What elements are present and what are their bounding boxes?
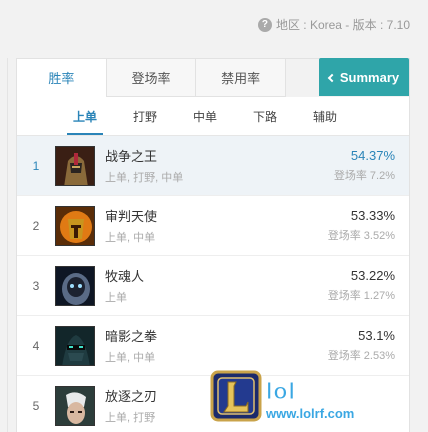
rank-number: 4: [32, 338, 40, 353]
tab-banrate[interactable]: 禁用率: [195, 59, 286, 97]
champion-portrait: [55, 145, 95, 186]
champion-winrate: 53.33%: [350, 208, 395, 223]
champion-winrate: 53.22%: [350, 268, 395, 283]
tab-winrate[interactable]: 胜率: [17, 59, 106, 97]
champion-name: 战争之王: [105, 149, 158, 164]
watermark-url: www.lolrf.com: [266, 405, 355, 421]
site-watermark: lol日服官网 www.lolrf.com: [210, 366, 428, 426]
role-tabs: 上单 打野 中单 下路 辅助: [17, 97, 409, 135]
summary-button-label: Summary: [339, 69, 400, 85]
champion-pickrate: 登场率 3.52%: [327, 230, 395, 242]
champion-portrait: [55, 265, 95, 306]
summary-button[interactable]: Summary: [319, 58, 409, 96]
role-tab-support[interactable]: 辅助: [295, 97, 355, 135]
rank-number: 1: [32, 158, 40, 173]
champion-row[interactable]: 1 战争之王 上单, 打野, 中单 54.37% 登场率 7.2%: [17, 136, 409, 196]
champion-lanes: 上单, 中单: [105, 232, 156, 244]
champion-name: 放逐之刃: [105, 389, 158, 404]
rank-number: 3: [32, 278, 40, 293]
champion-pickrate: 登场率 2.53%: [327, 350, 395, 362]
champion-name: 暗影之拳: [105, 329, 158, 344]
champion-lanes: 上单, 打野, 中单: [105, 172, 184, 184]
tab-pickrate[interactable]: 登场率: [105, 59, 196, 97]
watermark-title: lol日服官网: [266, 377, 392, 404]
champion-portrait: [55, 325, 95, 366]
champion-portrait: [55, 205, 95, 246]
champion-pickrate: 登场率 7.2%: [333, 170, 395, 182]
champion-pickrate: 登场率 1.27%: [327, 290, 395, 302]
help-icon[interactable]: ?: [257, 17, 272, 32]
role-tab-top[interactable]: 上单: [55, 97, 115, 135]
role-tab-bot[interactable]: 下路: [235, 97, 295, 135]
side-panel-edge: [0, 58, 8, 432]
champion-winrate: 53.1%: [358, 328, 395, 343]
champion-lanes: 上单, 中单: [105, 352, 156, 364]
champion-row[interactable]: 3 牧魂人 上单 53.22% 登场率 1.27%: [17, 256, 409, 316]
champion-name: 牧魂人: [105, 269, 145, 284]
champion-portrait: [55, 385, 95, 426]
champion-lanes: 上单, 打野: [105, 412, 156, 424]
chevron-left-icon: [327, 73, 337, 82]
champion-name: 审判天使: [105, 209, 158, 224]
rank-number: 5: [32, 398, 40, 413]
champion-row[interactable]: 2 审判天使 上单, 中单 53.33% 登场率 3.52%: [17, 196, 409, 256]
stat-tabs: 胜率 登场率 禁用率: [17, 59, 286, 97]
role-tab-jungle[interactable]: 打野: [115, 97, 175, 135]
league-logo-icon: [210, 370, 262, 422]
champion-lanes: 上单: [105, 292, 127, 304]
region-version-info: ? 地区 : Korea - 版本 : 7.10: [257, 16, 410, 33]
role-tab-mid[interactable]: 中单: [175, 97, 235, 135]
champion-winrate: 54.37%: [350, 148, 395, 163]
rank-number: 2: [32, 218, 40, 233]
region-version-text: 地区 : Korea - 版本 : 7.10: [275, 18, 410, 32]
